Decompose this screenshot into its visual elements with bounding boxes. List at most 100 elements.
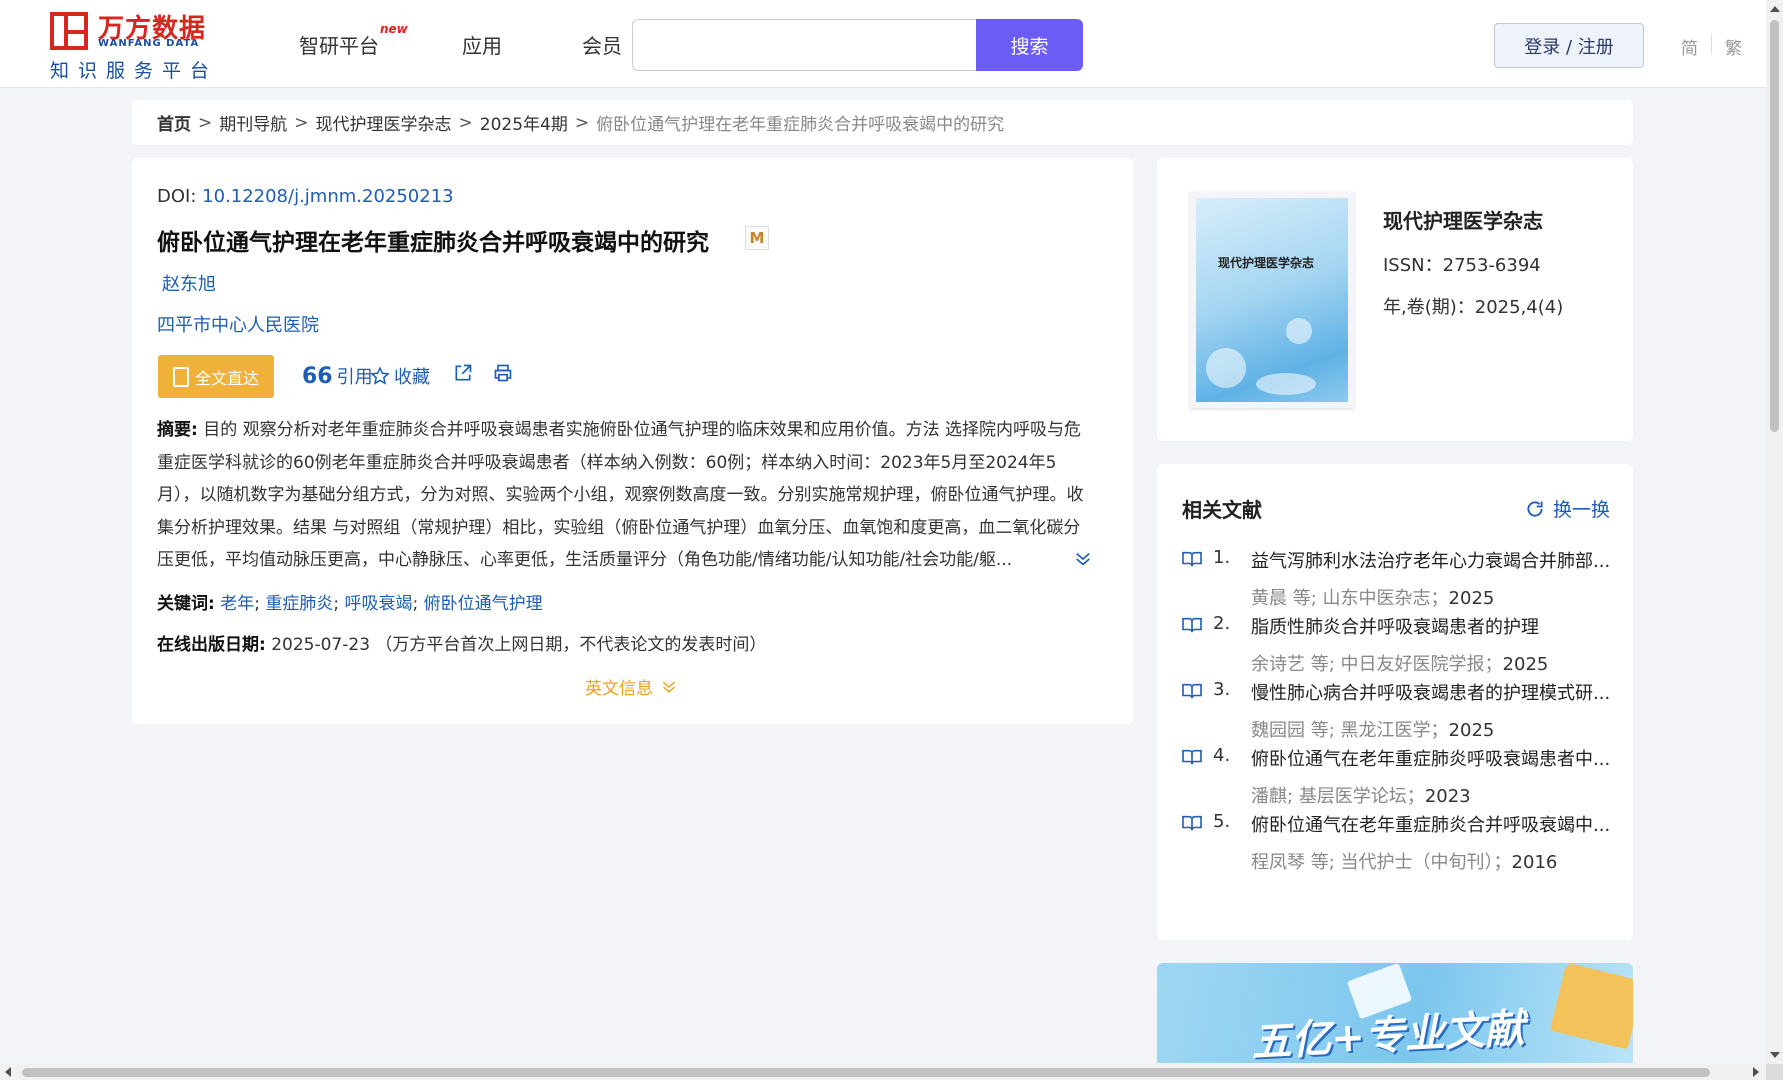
- related-source[interactable]: 当代护士（中旬刊）；: [1341, 852, 1512, 873]
- book-icon: [1182, 551, 1202, 567]
- expand-abstract-icon[interactable]: [1074, 550, 1092, 568]
- keyword-link[interactable]: 俯卧位通气护理: [424, 594, 543, 614]
- related-meta: 魏园园 等; 黑龙江医学；2025: [1251, 716, 1611, 742]
- cover-decoration: [1286, 318, 1312, 344]
- wanfang-logo[interactable]: 万方数据 WANFANG DATA 知识服务平台: [50, 10, 220, 82]
- cite-button[interactable]: 66 引用: [302, 363, 373, 389]
- doi-line: DOI: 10.12208/j.jmnm.20250213: [157, 186, 454, 207]
- related-etal: 等;: [1310, 852, 1335, 873]
- breadcrumb-journal-nav[interactable]: 期刊导航: [219, 110, 287, 135]
- online-date-value: 2025-07-23: [271, 635, 371, 655]
- breadcrumb: 首页 > 期刊导航 > 现代护理医学杂志 > 2025年4期 > 俯卧位通气护理…: [132, 100, 1633, 145]
- related-year: 2025: [1448, 588, 1495, 609]
- print-button[interactable]: [493, 363, 513, 383]
- lang-traditional[interactable]: 繁: [1725, 34, 1742, 59]
- scroll-up-arrow-icon[interactable]: [1770, 6, 1780, 12]
- medline-icon[interactable]: M: [745, 226, 769, 250]
- lang-divider: [1711, 34, 1712, 54]
- fulltext-button[interactable]: 全文直达: [158, 355, 274, 398]
- related-meta: 余诗艺 等; 中日友好医院学报；2025: [1251, 650, 1611, 676]
- keyword-link[interactable]: 呼吸衰竭: [345, 594, 413, 614]
- related-literature-card: 相关文献 换一换 1. 益气泻肺利水法治疗老年心力衰竭合并肺部... 黄晨 等;…: [1157, 464, 1633, 940]
- star-icon: [370, 366, 390, 385]
- cover-decoration: [1256, 373, 1316, 395]
- online-date-row: 在线出版日期: 2025-07-23 （万方平台首次上网日期，不代表论文的发表时…: [157, 630, 766, 655]
- related-year: 2025: [1502, 654, 1549, 675]
- breadcrumb-sep: >: [458, 112, 473, 133]
- related-source[interactable]: 中日友好医院学报；: [1341, 654, 1503, 675]
- keyword-link[interactable]: 老年: [220, 594, 254, 614]
- refresh-label: 换一换: [1553, 499, 1611, 521]
- nav-apps[interactable]: 应用: [462, 30, 502, 59]
- related-title-link[interactable]: 脂质性肺炎合并呼吸衰竭患者的护理: [1251, 613, 1611, 639]
- breadcrumb-journal[interactable]: 现代护理医学杂志: [316, 110, 452, 135]
- search-input[interactable]: [632, 19, 977, 71]
- related-title-link[interactable]: 俯卧位通气在老年重症肺炎呼吸衰竭患者中...: [1251, 745, 1611, 771]
- related-authors[interactable]: 程凤琴: [1251, 852, 1305, 873]
- related-authors[interactable]: 潘麒;: [1251, 786, 1293, 807]
- paper-title: 俯卧位通气护理在老年重症肺炎合并呼吸衰竭中的研究: [157, 230, 709, 256]
- related-index: 2.: [1213, 613, 1231, 634]
- logo-subtitle: 知识服务平台: [50, 60, 219, 82]
- scroll-left-arrow-icon[interactable]: [5, 1067, 11, 1077]
- logo-mark-icon: [50, 12, 88, 50]
- journal-name[interactable]: 现代护理医学杂志: [1383, 205, 1543, 234]
- breadcrumb-sep: >: [574, 112, 590, 133]
- online-date-note: （万方平台首次上网日期，不代表论文的发表时间）: [375, 635, 767, 655]
- related-source[interactable]: 山东中医杂志；: [1323, 588, 1449, 609]
- related-index: 5.: [1213, 811, 1231, 832]
- related-title-link[interactable]: 慢性肺心病合并呼吸衰竭患者的护理模式研...: [1251, 679, 1611, 705]
- vertical-scrollbar[interactable]: [1766, 0, 1783, 1064]
- related-index: 1.: [1213, 547, 1231, 568]
- refresh-button[interactable]: 换一换: [1525, 495, 1610, 522]
- nav-zhiyan[interactable]: 智研平台: [299, 30, 379, 59]
- search-button[interactable]: 搜索: [976, 19, 1083, 71]
- share-button[interactable]: [453, 363, 473, 383]
- collect-button[interactable]: 收藏: [370, 363, 430, 389]
- organization-link[interactable]: 四平市中心人民医院: [157, 311, 319, 337]
- quote-icon: 66: [302, 363, 333, 389]
- related-etal: 等;: [1310, 720, 1335, 741]
- banner-text: 五亿+专业文献: [1250, 1005, 1526, 1063]
- print-icon: [494, 364, 512, 382]
- horizontal-scroll-thumb[interactable]: [22, 1068, 1710, 1077]
- related-authors[interactable]: 魏园园: [1251, 720, 1305, 741]
- related-title-link[interactable]: 益气泻肺利水法治疗老年心力衰竭合并肺部...: [1251, 547, 1611, 573]
- breadcrumb-issue[interactable]: 2025年4期: [480, 110, 568, 135]
- keyword-link[interactable]: 重症肺炎: [265, 594, 333, 614]
- free-doc-icon: [172, 366, 189, 387]
- english-info-toggle[interactable]: 英文信息: [585, 674, 677, 699]
- share-icon: [455, 364, 472, 381]
- vertical-scroll-thumb[interactable]: [1770, 20, 1779, 432]
- book-icon: [1182, 815, 1202, 831]
- breadcrumb-sep: >: [198, 112, 213, 133]
- doi-link[interactable]: 10.12208/j.jmnm.20250213: [202, 186, 454, 207]
- related-year: 2025: [1448, 720, 1495, 741]
- related-authors[interactable]: 黄晨: [1251, 588, 1287, 609]
- promo-banner[interactable]: 五亿+专业文献: [1157, 963, 1633, 1063]
- related-source[interactable]: 黑龙江医学；: [1341, 720, 1449, 741]
- book-illustration: [1549, 963, 1633, 1050]
- logo-en-text: WANFANG DATA: [98, 38, 200, 49]
- related-authors[interactable]: 余诗艺: [1251, 654, 1305, 675]
- login-register-button[interactable]: 登录 / 注册: [1494, 23, 1644, 68]
- nav-member[interactable]: 会员: [582, 30, 622, 59]
- article-card: DOI: 10.12208/j.jmnm.20250213 俯卧位通气护理在老年…: [132, 158, 1133, 724]
- journal-cover[interactable]: 现代护理医学杂志: [1190, 192, 1354, 408]
- journal-card: 现代护理医学杂志 现代护理医学杂志 ISSN：2753-6394 年,卷(期)：…: [1157, 158, 1633, 441]
- scroll-down-arrow-icon[interactable]: [1770, 1052, 1780, 1058]
- journal-volume: 年,卷(期)：2025,4(4): [1383, 297, 1564, 318]
- related-title-link[interactable]: 俯卧位通气在老年重症肺炎合并呼吸衰竭中...: [1251, 811, 1611, 837]
- breadcrumb-home[interactable]: 首页: [157, 110, 191, 135]
- cover-decoration: [1206, 348, 1246, 388]
- lang-simplified[interactable]: 简: [1681, 34, 1698, 59]
- author-link[interactable]: 赵东旭: [162, 270, 216, 296]
- abstract-label: 摘要:: [157, 420, 198, 440]
- related-source[interactable]: 基层医学论坛；: [1299, 786, 1425, 807]
- related-index: 4.: [1213, 745, 1231, 766]
- scrollbar-corner: [1766, 1064, 1783, 1080]
- scroll-right-arrow-icon[interactable]: [1753, 1067, 1759, 1077]
- breadcrumb-sep: >: [294, 112, 309, 133]
- nav-new-badge: new: [380, 22, 408, 36]
- horizontal-scrollbar[interactable]: [0, 1064, 1766, 1080]
